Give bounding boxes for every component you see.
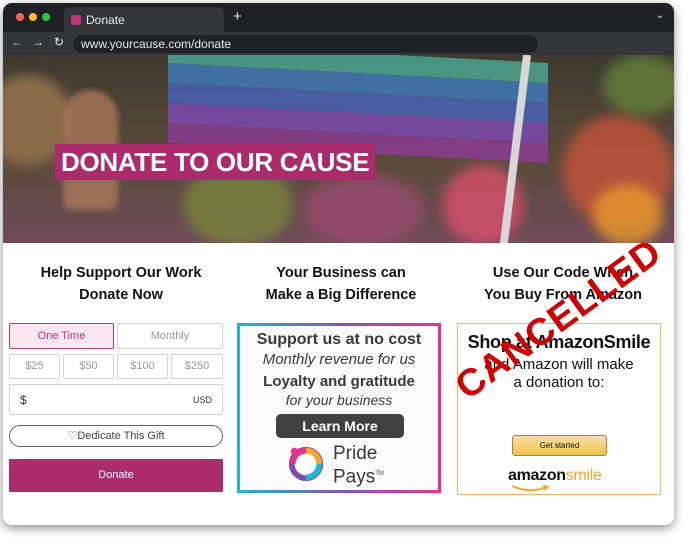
pride-pays-wordmark: Pride PaysTM [333, 443, 384, 488]
amount-option[interactable]: $250 [171, 354, 223, 379]
forward-button[interactable]: → [32, 35, 44, 49]
business-column-heading: Your Business can Make a Big Difference [231, 262, 451, 306]
get-started-button[interactable]: Get started [512, 435, 607, 456]
monthly-toggle[interactable]: Monthly [117, 323, 223, 349]
ad-text: for your business [285, 392, 393, 408]
tab-title: Donate [86, 13, 125, 27]
heading-line: Make a Big Difference [265, 287, 417, 303]
pride-pays-logo-icon [288, 446, 324, 482]
reload-button[interactable]: ↻ [54, 35, 64, 49]
hero-banner: DONATE TO OUR CAUSE [3, 55, 674, 243]
heading-line: Your Business can [276, 265, 406, 281]
hero-heading: DONATE TO OUR CAUSE [55, 144, 376, 180]
back-button[interactable]: ← [11, 35, 23, 49]
ad-text: Monthly revenue for us [262, 351, 416, 368]
heading-line: Help Support Our Work [40, 265, 202, 281]
favicon-icon [71, 15, 81, 25]
amount-option[interactable]: $100 [117, 354, 168, 379]
donate-column-heading: Help Support Our Work Donate Now [11, 262, 231, 306]
ad-text: Loyalty and gratitude [263, 373, 415, 390]
close-window-icon[interactable] [16, 13, 24, 21]
custom-amount-input[interactable]: $ USD [9, 384, 223, 415]
amazon-smile-logo: amazonsmile [508, 467, 602, 484]
pride-pays-ad[interactable]: Support us at no cost Monthly revenue fo… [237, 323, 441, 493]
one-time-toggle[interactable]: One Time [9, 323, 114, 349]
heading-line: Donate Now [79, 287, 163, 303]
currency-code: USD [192, 395, 212, 405]
url-text: www.yourcause.com/donate [81, 37, 232, 51]
learn-more-button[interactable]: Learn More [276, 414, 404, 438]
amount-option[interactable]: $25 [9, 354, 60, 379]
title-bar: Donate + ⌄ [3, 3, 674, 32]
ad-headline: Support us at no cost [256, 331, 422, 348]
donate-button[interactable]: Donate [9, 459, 223, 492]
tab-menu-icon[interactable]: ⌄ [656, 10, 664, 21]
tab-donate[interactable]: Donate [64, 7, 224, 32]
browser-toolbar: ← → ↻ www.yourcause.com/donate [3, 32, 674, 55]
dedicate-gift-button[interactable]: ♡Dedicate This Gift [9, 425, 223, 447]
currency-symbol: $ [20, 393, 27, 407]
amazon-smile-arrow-icon [511, 485, 550, 492]
address-bar[interactable]: www.yourcause.com/donate [73, 35, 538, 53]
minimize-window-icon[interactable] [29, 13, 37, 21]
amount-option[interactable]: $50 [63, 354, 114, 379]
new-tab-button[interactable]: + [233, 8, 242, 25]
maximize-window-icon[interactable] [42, 13, 50, 21]
